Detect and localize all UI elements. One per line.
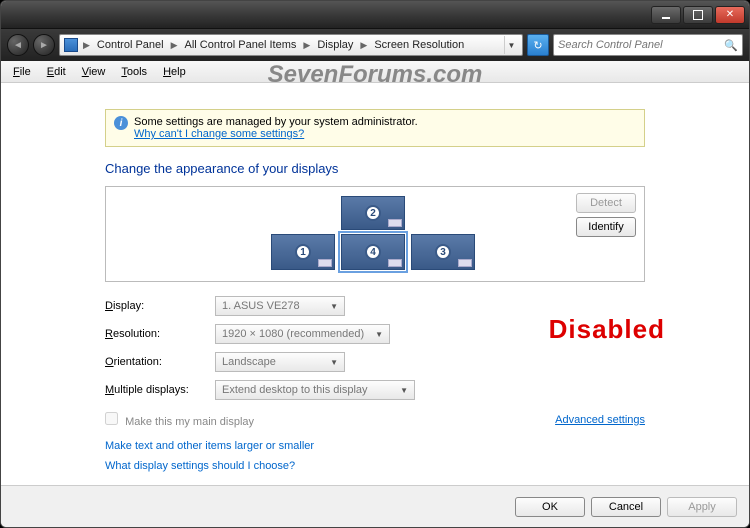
orientation-dropdown[interactable]: Landscape ▼ — [215, 352, 345, 372]
monitor-number: 2 — [365, 205, 381, 221]
window: ◄ ► ▶ Control Panel ▶ All Control Panel … — [0, 0, 750, 528]
info-link[interactable]: Why can't I change some settings? — [134, 128, 304, 140]
menu-help[interactable]: Help — [157, 64, 192, 80]
display-label: Display: — [105, 300, 215, 312]
admin-info-box: i Some settings are managed by your syst… — [105, 109, 645, 147]
display-dropdown[interactable]: 1. ASUS VE278 ▼ — [215, 296, 345, 316]
footer: OK Cancel Apply — [1, 485, 749, 527]
chevron-right-icon: ▶ — [300, 40, 313, 51]
breadcrumb-item[interactable]: Screen Resolution — [372, 39, 466, 51]
chevron-right-icon: ▶ — [168, 40, 181, 51]
help-link[interactable]: What display settings should I choose? — [105, 460, 645, 472]
monitor-4[interactable]: 4 — [341, 234, 405, 270]
main-display-checkbox — [105, 412, 118, 425]
apply-button: Apply — [667, 497, 737, 517]
menu-tools[interactable]: Tools — [115, 64, 153, 80]
advanced-settings-link[interactable]: Advanced settings — [555, 414, 645, 426]
resolution-dropdown[interactable]: 1920 × 1080 (recommended) ▼ — [215, 324, 390, 344]
display-preview[interactable]: 2 1 4 3 — [105, 186, 645, 282]
multiple-displays-value: Extend desktop to this display — [222, 384, 368, 396]
taskbar-icon — [388, 219, 402, 227]
resolution-label: Resolution: — [105, 328, 215, 340]
info-icon: i — [114, 116, 128, 130]
breadcrumb-item[interactable]: All Control Panel Items — [183, 39, 299, 51]
text-size-link[interactable]: Make text and other items larger or smal… — [105, 440, 645, 452]
info-text: Some settings are managed by your system… — [134, 116, 418, 128]
identify-button[interactable]: Identify — [576, 217, 636, 237]
taskbar-icon — [388, 259, 402, 267]
monitor-2[interactable]: 2 — [341, 196, 405, 230]
chevron-right-icon: ▶ — [80, 40, 93, 51]
breadcrumb-item[interactable]: Display — [315, 39, 355, 51]
page-heading: Change the appearance of your displays — [105, 161, 645, 176]
titlebar — [1, 1, 749, 29]
orientation-label: Orientation: — [105, 356, 215, 368]
forward-button[interactable]: ► — [33, 34, 55, 56]
display-value: 1. ASUS VE278 — [222, 300, 300, 312]
main-display-checkbox-label: Make this my main display — [105, 412, 254, 428]
refresh-button[interactable]: ↻ — [527, 34, 549, 56]
breadcrumb[interactable]: ▶ Control Panel ▶ All Control Panel Item… — [59, 34, 523, 56]
menu-file[interactable]: File — [7, 64, 37, 80]
orientation-value: Landscape — [222, 356, 276, 368]
minimize-button[interactable] — [651, 6, 681, 24]
chevron-down-icon: ▼ — [375, 330, 383, 339]
multiple-displays-label: Multiple displays: — [105, 384, 215, 396]
content-area: i Some settings are managed by your syst… — [1, 83, 749, 485]
multiple-displays-dropdown[interactable]: Extend desktop to this display ▼ — [215, 380, 415, 400]
resolution-value: 1920 × 1080 (recommended) — [222, 328, 364, 340]
monitor-number: 4 — [365, 244, 381, 260]
search-icon: 🔍 — [724, 39, 738, 52]
taskbar-icon — [458, 259, 472, 267]
back-button[interactable]: ◄ — [7, 34, 29, 56]
close-button[interactable] — [715, 6, 745, 24]
monitor-3[interactable]: 3 — [411, 234, 475, 270]
chevron-down-icon: ▼ — [400, 386, 408, 395]
detect-button: Detect — [576, 193, 636, 213]
cancel-button[interactable]: Cancel — [591, 497, 661, 517]
search-box[interactable]: 🔍 — [553, 34, 743, 56]
taskbar-icon — [318, 259, 332, 267]
search-input[interactable] — [558, 39, 724, 51]
breadcrumb-item[interactable]: Control Panel — [95, 39, 166, 51]
monitor-1[interactable]: 1 — [271, 234, 335, 270]
maximize-button[interactable] — [683, 6, 713, 24]
control-panel-icon — [64, 38, 78, 52]
menubar: File Edit View Tools Help SevenForums.co… — [1, 61, 749, 83]
disabled-stamp: Disabled — [549, 314, 665, 345]
menu-edit[interactable]: Edit — [41, 64, 72, 80]
chevron-down-icon: ▼ — [330, 358, 338, 367]
ok-button[interactable]: OK — [515, 497, 585, 517]
navbar: ◄ ► ▶ Control Panel ▶ All Control Panel … — [1, 29, 749, 61]
monitor-number: 1 — [295, 244, 311, 260]
menu-view[interactable]: View — [76, 64, 112, 80]
chevron-right-icon: ▶ — [357, 40, 370, 51]
breadcrumb-dropdown[interactable]: ▼ — [504, 36, 518, 54]
monitor-number: 3 — [435, 244, 451, 260]
chevron-down-icon: ▼ — [330, 302, 338, 311]
